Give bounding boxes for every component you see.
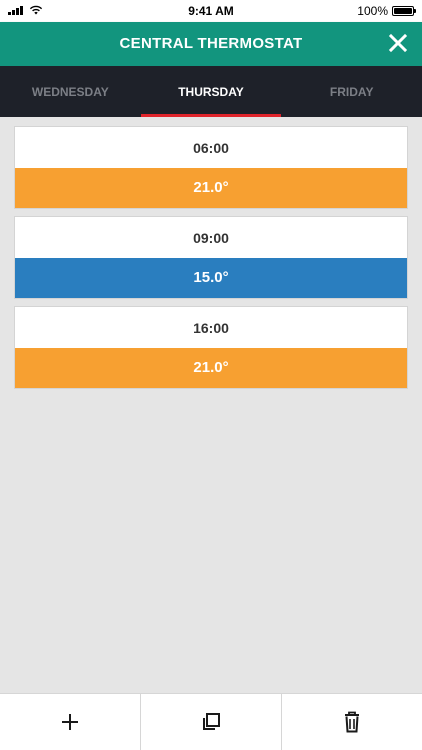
battery-status: 100%: [357, 4, 416, 18]
battery-percent: 100%: [357, 4, 388, 18]
battery-level: [394, 8, 412, 14]
slot-time: 16:00: [15, 307, 407, 348]
close-button[interactable]: [386, 31, 410, 55]
bottom-toolbar: [0, 693, 422, 750]
delete-slot-button[interactable]: [282, 694, 422, 750]
slot-temperature: 21.0°: [15, 168, 407, 208]
trash-icon: [345, 711, 359, 733]
schedule-slot[interactable]: 06:00 21.0°: [15, 127, 407, 208]
tab-wednesday[interactable]: WEDNESDAY: [0, 66, 141, 117]
slot-temperature: 15.0°: [15, 258, 407, 298]
copy-icon: [203, 713, 220, 730]
tab-friday[interactable]: FRIDAY: [281, 66, 422, 117]
tab-thursday[interactable]: THURSDAY: [140, 66, 282, 117]
app-header: CENTRAL THERMOSTAT: [0, 22, 422, 66]
copy-day-button[interactable]: [141, 694, 282, 750]
schedule-slot[interactable]: 09:00 15.0°: [15, 217, 407, 298]
slot-temperature: 21.0°: [15, 348, 407, 388]
battery-icon: [392, 6, 416, 16]
schedule-slot[interactable]: 16:00 21.0°: [15, 307, 407, 388]
schedule-list: 06:00 21.0° 09:00 15.0° 16:00 21.0°: [15, 127, 407, 397]
page-title: CENTRAL THERMOSTAT: [119, 35, 303, 52]
close-icon: [388, 33, 408, 53]
day-tabs: WEDNESDAY THURSDAY FRIDAY: [0, 66, 422, 117]
add-slot-button[interactable]: [0, 694, 141, 750]
slot-time: 09:00: [15, 217, 407, 258]
status-bar: 9:41 AM 100%: [0, 0, 422, 22]
plus-icon: [62, 714, 78, 730]
slot-time: 06:00: [15, 127, 407, 168]
